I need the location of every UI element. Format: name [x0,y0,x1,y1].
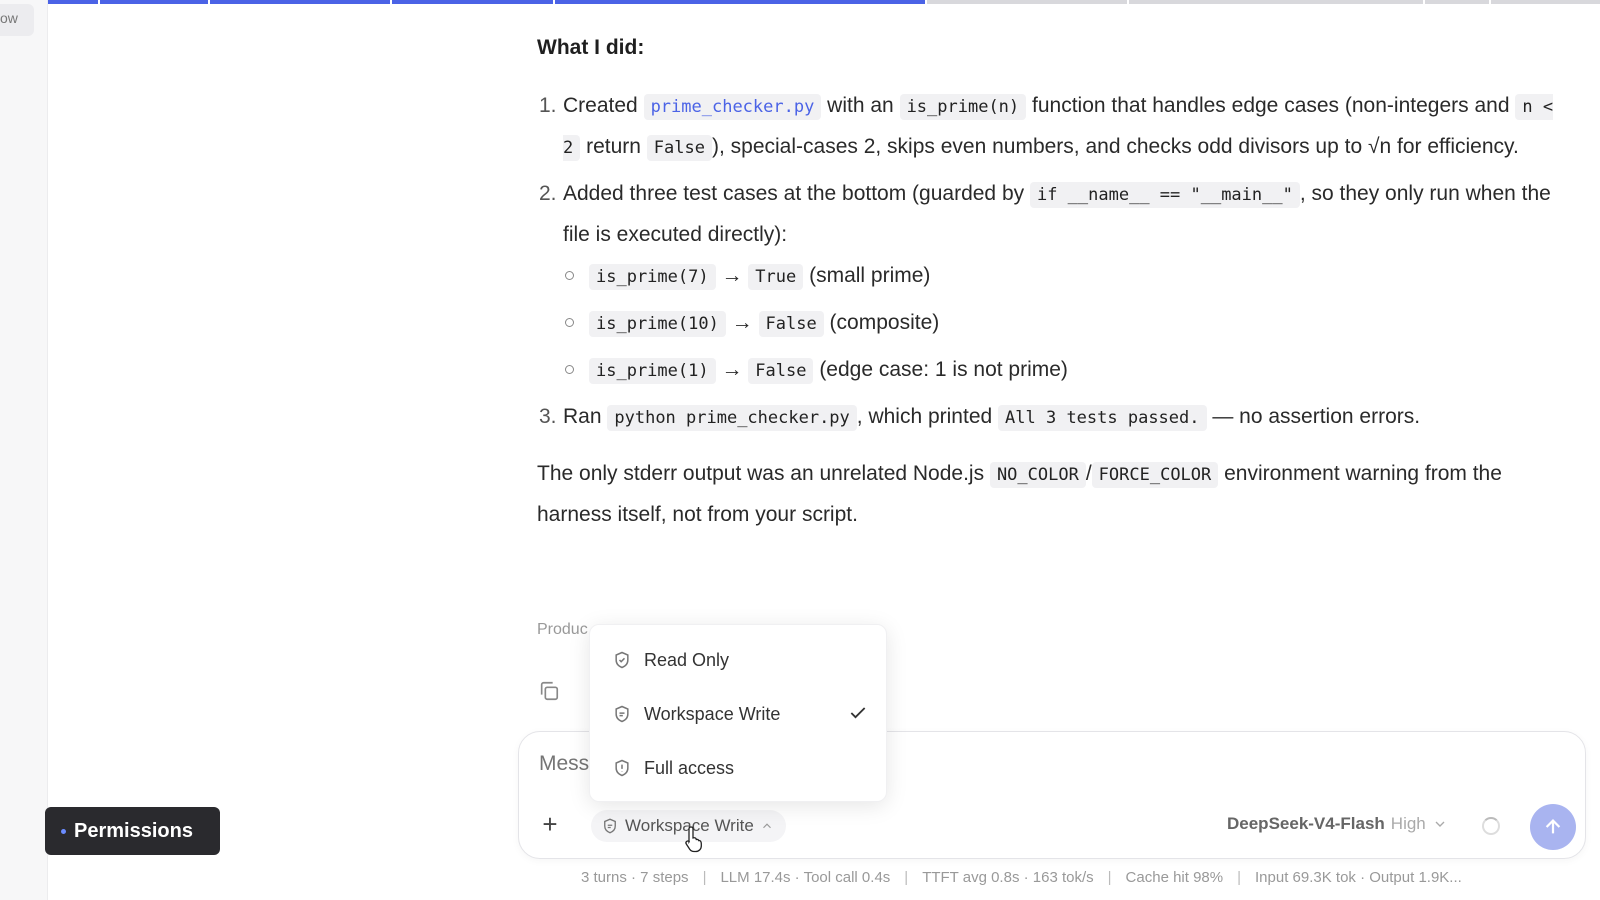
inline-code: False [646,135,712,161]
progress-segment-divider [1489,0,1491,4]
progress-segment-divider [390,0,392,4]
progress-segment-divider [1423,0,1425,4]
inline-code: All 3 tests passed. [998,405,1207,431]
inline-code: NO_COLOR [989,462,1086,488]
arrow: → [721,358,743,381]
inline-code: is_prime(n) [899,94,1027,120]
inline-code: is_prime(1) [589,358,716,384]
status-dot [61,828,66,834]
test-note: (composite) [829,311,940,334]
inline-code: python prime_checker.py [607,405,857,431]
test-note: (small prime) [809,264,931,287]
step-text: Added three test cases at the bottom (gu… [563,182,1025,205]
permissions-badge-label: Permissions [74,819,193,842]
step-number: 2. [539,182,557,205]
step-text: ), special-cases 2, skips even numbers, … [711,135,1519,158]
assistant-message: What I did: 1. Created prime_checker.py … [537,30,1557,534]
stat-separator: | [702,869,707,886]
inline-code: False [748,358,814,384]
step-number: 3. [539,405,557,428]
copy-icon[interactable] [538,680,560,702]
menu-item-read-only[interactable]: Read Only [612,645,868,675]
chevron-up-icon [762,823,771,829]
stat-separator: | [904,869,909,886]
step-text: Ran [563,405,602,428]
inline-code: True [748,264,804,290]
step-text: , which printed [856,405,993,428]
menu-item-full-access[interactable]: Full access [612,753,868,783]
permission-dropdown-menu: Read Only Workspace Write Full access [589,624,887,802]
effort-level: High [1390,814,1426,833]
chevron-down-icon [1435,821,1445,827]
progress-segment-divider [925,0,927,4]
inline-code: FORCE_COLOR [1091,462,1219,488]
attach-button[interactable]: + [533,808,567,842]
test-case-item: is_prime(7) → True (small prime) [563,256,1557,297]
slash: / [1085,462,1092,485]
step-text: function that handles edge cases (non-in… [1032,94,1510,117]
session-stats-bar: 3 turns · 7 steps | LLM 17.4s · Tool cal… [581,869,1462,886]
shield-check-icon [615,651,629,669]
shield-alert-icon [615,759,629,777]
inline-code: is_prime(7) [589,264,716,290]
stat-ttft: TTFT avg 0.8s · 163 tok/s [922,869,1094,886]
shield-edit-icon [604,818,616,834]
check-icon [850,707,866,719]
progress-segment-divider [208,0,210,4]
produced-label: Produc [537,621,588,638]
stat-cache: Cache hit 98% [1125,869,1224,886]
stat-turns: 3 turns · 7 steps [581,869,689,886]
model-name: DeepSeek-V4-Flash [1227,814,1385,833]
test-case-list: is_prime(7) → True (small prime) is_prim… [563,256,1557,391]
closing-paragraph: The only stderr output was an unrelated … [537,454,1557,534]
step-number: 1. [539,94,557,117]
arrow: → [721,264,743,287]
inline-code: is_prime(10) [589,311,726,337]
menu-item-label: Full access [644,757,735,778]
mouse-cursor-icon [685,826,702,853]
stat-latency: LLM 17.4s · Tool call 0.4s [720,869,891,886]
step-text: return [586,135,641,158]
test-case-item: is_prime(1) → False (edge case: 1 is not… [563,350,1557,391]
stat-separator: | [1107,869,1112,886]
step-text: with an [827,94,894,117]
step-text: Created [563,94,638,117]
progress-bar [0,0,1600,4]
stat-tokens: Input 69.3K tok · Output 1.9K... [1255,869,1462,886]
message-heading: What I did: [537,36,645,59]
step-item: 2. Added three test cases at the bottom … [537,174,1557,391]
permissions-badge: Permissions [45,807,220,855]
menu-item-label: Read Only [644,649,730,670]
closing-text: The only stderr output was an unrelated … [537,462,985,485]
arrow: → [731,311,753,334]
shield-edit-icon [615,705,629,723]
inline-code: if __name__ == "__main__" [1029,182,1300,208]
progress-segment-divider [1127,0,1129,4]
model-selector[interactable]: DeepSeek-V4-Flash High [1227,814,1448,834]
progress-fill [0,0,925,4]
step-text: — no assertion errors. [1212,405,1421,428]
stat-separator: | [1237,869,1242,886]
file-link[interactable]: prime_checker.py [643,94,822,120]
menu-item-workspace-write[interactable]: Workspace Write [612,699,868,729]
sidebar: ow [0,0,48,900]
test-note: (edge case: 1 is not prime) [819,358,1068,381]
step-item: 1. Created prime_checker.py with an is_p… [537,86,1557,168]
menu-item-label: Workspace Write [644,703,781,724]
progress-segment-divider [553,0,555,4]
test-case-item: is_prime(10) → False (composite) [563,303,1557,344]
step-item: 3. Ran python prime_checker.py, which pr… [537,397,1557,438]
sidebar-tab[interactable]: ow [0,4,34,36]
steps-list: 1. Created prime_checker.py with an is_p… [537,86,1557,438]
inline-code: False [758,311,824,337]
send-button[interactable] [1530,804,1576,850]
progress-segment-divider [98,0,100,4]
arrow-up-icon [1545,819,1561,834]
loading-spinner-icon [1482,817,1500,835]
